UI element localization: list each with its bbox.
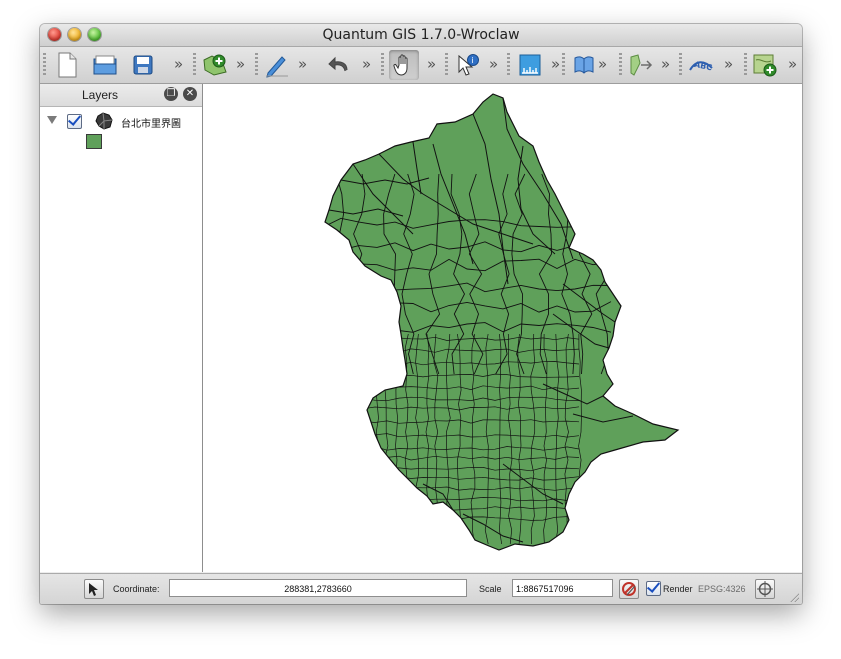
scale-label: Scale	[479, 584, 502, 594]
new-project-icon	[58, 52, 77, 78]
add-vector-layer-icon	[203, 54, 227, 76]
open-project-button[interactable]	[90, 50, 120, 80]
toolbar-overflow-chevron[interactable]: »	[174, 55, 183, 73]
crs-label[interactable]: EPSG:4326	[698, 584, 746, 594]
toolbar-overflow-chevron[interactable]: »	[298, 55, 307, 73]
layer-item[interactable]: 台北市里界圖	[40, 112, 202, 132]
add-vector-layer-button[interactable]	[200, 50, 230, 80]
close-panel-button[interactable]: ✕	[183, 87, 197, 101]
measure-icon	[519, 54, 541, 76]
main-toolbar: » » » » » i » » » » ABC » »	[40, 47, 802, 84]
collapse-arrow-icon[interactable]	[47, 116, 57, 124]
label-icon: ABC	[689, 60, 713, 73]
add-layer-button[interactable]	[750, 50, 780, 80]
plugin-button[interactable]	[626, 50, 656, 80]
plugin-icon	[630, 54, 653, 76]
toolbar-grip[interactable]	[562, 53, 565, 77]
toolbar-grip[interactable]	[255, 53, 258, 77]
status-bar: Coordinate: 288381,2783660 Scale 1:88675…	[40, 573, 802, 604]
svg-text:i: i	[472, 56, 474, 65]
float-icon: ❐	[166, 88, 176, 99]
toolbar-overflow-chevron[interactable]: »	[788, 55, 797, 73]
close-icon: ✕	[185, 88, 195, 99]
polygon-layer-icon	[95, 112, 113, 130]
coordinate-field[interactable]: 288381,2783660	[169, 579, 467, 597]
undo-button[interactable]	[324, 50, 354, 80]
layer-symbol-swatch[interactable]	[86, 134, 102, 149]
map-canvas[interactable]	[203, 84, 802, 572]
identify-button[interactable]: i	[453, 50, 483, 80]
help-button[interactable]	[569, 50, 599, 80]
save-project-icon	[133, 55, 153, 75]
pan-map-button[interactable]	[389, 50, 419, 80]
toolbar-overflow-chevron[interactable]: »	[661, 55, 670, 73]
open-project-icon	[93, 55, 117, 75]
window-title: Quantum GIS 1.7.0-Wroclaw	[322, 27, 520, 43]
scale-field[interactable]: 1:8867517096	[512, 579, 613, 597]
coordinate-label: Coordinate:	[113, 584, 160, 594]
toolbar-overflow-chevron[interactable]: »	[236, 55, 245, 73]
toolbar-grip[interactable]	[193, 53, 196, 77]
layers-panel-header: Layers ❐ ✕	[40, 84, 202, 107]
measure-button[interactable]	[515, 50, 545, 80]
taipei-village-boundary-map[interactable]	[203, 84, 802, 572]
layer-name: 台北市里界圖	[121, 119, 181, 130]
toggle-editing-icon	[266, 56, 288, 78]
toolbar-grip[interactable]	[744, 53, 747, 77]
mouse-pointer-icon	[89, 583, 98, 596]
toolbar-overflow-chevron[interactable]: »	[724, 55, 733, 73]
layers-panel: Layers ❐ ✕ 台北市里界圖	[40, 84, 203, 572]
undo-icon	[328, 56, 348, 72]
toolbar-overflow-chevron[interactable]: »	[489, 55, 498, 73]
float-panel-button[interactable]: ❐	[164, 87, 178, 101]
coordinate-toggle-button[interactable]	[84, 579, 104, 599]
layers-panel-title: Layers	[81, 88, 119, 102]
identify-icon: i	[458, 54, 479, 76]
toolbar-grip[interactable]	[445, 53, 448, 77]
render-label: Render	[663, 584, 693, 594]
toolbar-grip[interactable]	[43, 53, 46, 77]
render-checkbox[interactable]	[646, 581, 661, 596]
toggle-editing-button[interactable]	[262, 50, 292, 80]
crosshair-globe-icon	[757, 581, 773, 597]
save-project-button[interactable]	[128, 50, 158, 80]
label-button[interactable]: ABC	[686, 50, 716, 80]
projection-button[interactable]	[755, 579, 775, 599]
qgis-window: Quantum GIS 1.7.0-Wroclaw » » » » » i » …	[40, 24, 802, 604]
toolbar-grip[interactable]	[679, 53, 682, 77]
add-layer-icon	[753, 54, 777, 77]
toolbar-grip[interactable]	[619, 53, 622, 77]
toolbar-grip[interactable]	[381, 53, 384, 77]
new-project-button[interactable]	[52, 50, 82, 80]
help-icon	[574, 56, 594, 74]
svg-text:ABC: ABC	[693, 60, 713, 73]
pan-hand-icon	[393, 54, 408, 76]
title-bar[interactable]: Quantum GIS 1.7.0-Wroclaw	[40, 24, 802, 47]
layer-visibility-checkbox[interactable]	[67, 114, 82, 129]
toolbar-overflow-chevron[interactable]: »	[598, 55, 607, 73]
resize-grip[interactable]	[789, 592, 799, 602]
toolbar-overflow-chevron[interactable]: »	[362, 55, 371, 73]
toolbar-grip[interactable]	[507, 53, 510, 77]
stop-render-button[interactable]	[619, 579, 639, 599]
city-boundary[interactable]	[324, 93, 680, 551]
stop-render-icon	[622, 582, 636, 596]
toolbar-overflow-chevron[interactable]: »	[427, 55, 436, 73]
toolbar-overflow-chevron[interactable]: »	[551, 55, 560, 73]
